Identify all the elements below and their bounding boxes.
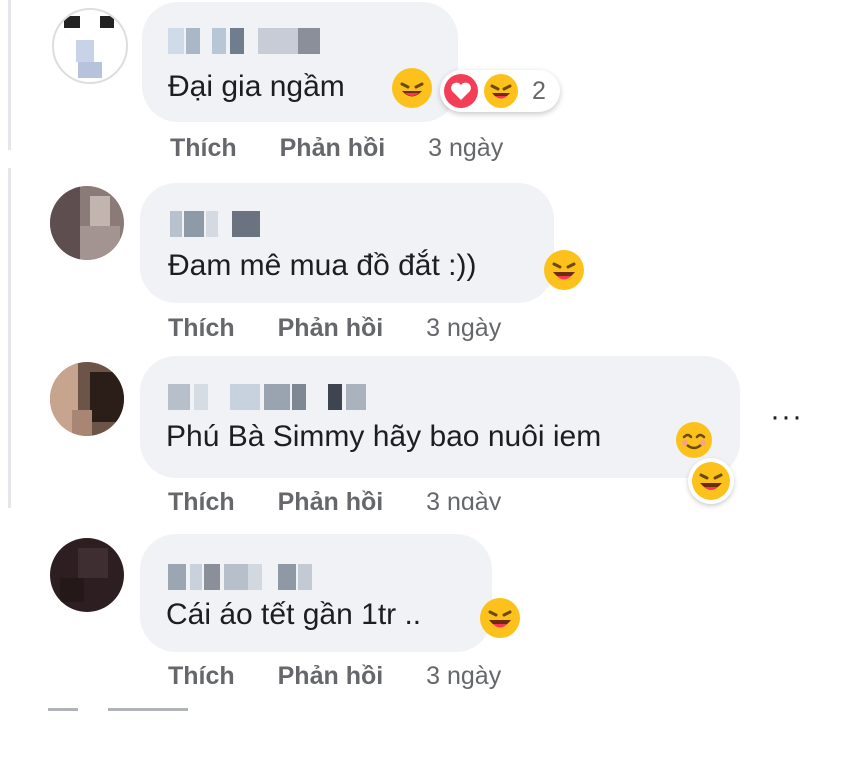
comment-text: Cái áo tết gần 1tr .. (166, 598, 422, 631)
thread-line (8, 168, 11, 508)
author-name-blurred[interactable] (168, 28, 328, 54)
laughing-emoji-icon (544, 250, 584, 290)
like-button[interactable]: Thích (168, 314, 235, 342)
reaction-count: 2 (532, 77, 546, 105)
author-name-blurred[interactable] (168, 564, 328, 590)
reply-button[interactable]: Phản hồi (278, 314, 384, 342)
comment-bubble: Cái áo tết gần 1tr .. (140, 534, 492, 652)
timestamp[interactable]: 3 ngày (426, 314, 501, 342)
avatar[interactable] (50, 538, 124, 612)
laugh-icon[interactable] (688, 458, 734, 504)
comment-actions: Thích Phản hồi 3 ngày (168, 662, 501, 690)
laugh-icon (484, 74, 518, 108)
author-name-blurred[interactable] (170, 211, 270, 237)
like-button[interactable]: Thích (168, 662, 235, 690)
cropped-text-fragment (48, 708, 248, 714)
timestamp[interactable]: 3 ngày (428, 134, 503, 162)
comment-bubble: Đam mê mua đồ đắt :)) (140, 183, 554, 303)
timestamp[interactable]: 3 ngày (426, 662, 501, 690)
more-options-button[interactable]: ··· (770, 402, 803, 432)
comment-actions: Thích Phản hồi 3 ngày (168, 314, 501, 342)
smiling-emoji-icon (676, 422, 712, 458)
comment-text: Đam mê mua đồ đắt :)) (168, 249, 477, 282)
comment-bubble: Phú Bà Simmy hãy bao nuôi iem (140, 356, 740, 478)
like-button[interactable]: Thích (170, 134, 237, 162)
rofl-emoji-icon (392, 68, 432, 108)
comment-text: Phú Bà Simmy hãy bao nuôi iem (166, 420, 602, 453)
seam (0, 510, 860, 532)
avatar[interactable] (50, 362, 124, 436)
thread-line (8, 0, 11, 150)
avatar[interactable] (50, 186, 124, 260)
laughing-emoji-icon (480, 598, 520, 638)
avatar[interactable] (52, 8, 128, 84)
heart-icon (444, 74, 478, 108)
reactions-summary[interactable]: 2 (440, 70, 560, 112)
comment-bubble: Đại gia ngầm (142, 2, 458, 122)
reply-button[interactable]: Phản hồi (278, 662, 384, 690)
comment-actions: Thích Phản hồi 3 ngày (170, 134, 503, 162)
comment-text: Đại gia ngầm (168, 70, 345, 103)
author-name-blurred[interactable] (168, 384, 368, 410)
reply-button[interactable]: Phản hồi (280, 134, 386, 162)
